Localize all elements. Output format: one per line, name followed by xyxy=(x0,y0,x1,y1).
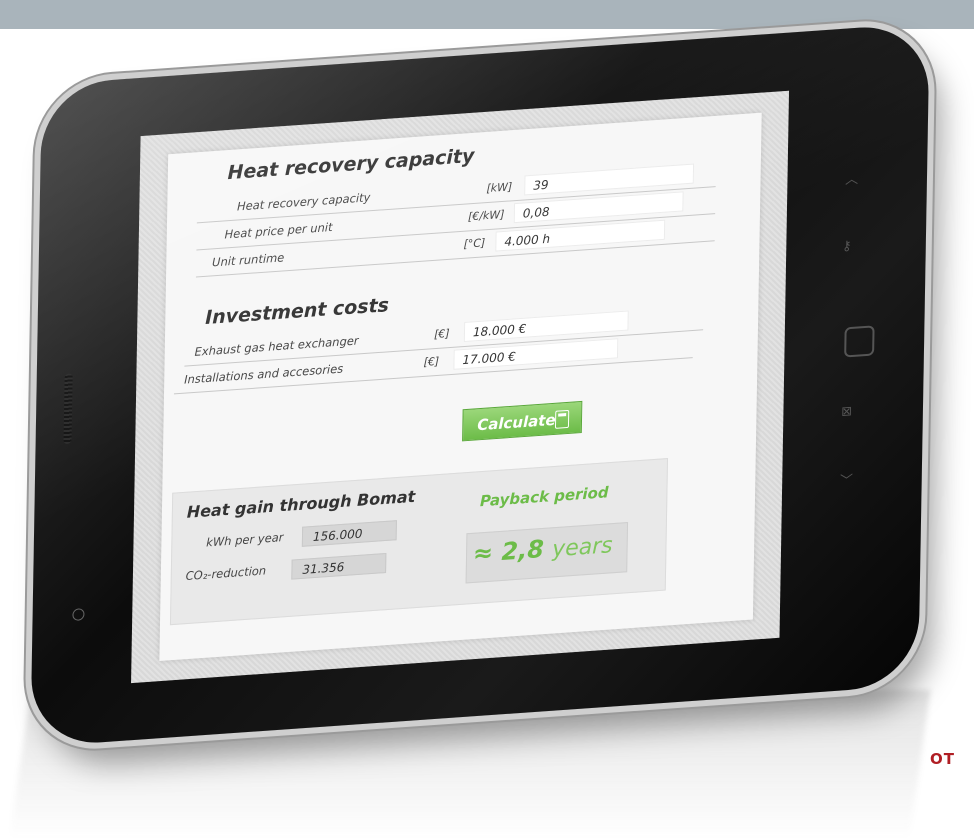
kwh-per-year-label: kWh per year xyxy=(206,530,284,550)
installations-unit: [€] xyxy=(423,354,440,369)
home-button[interactable] xyxy=(844,325,875,358)
calculate-button[interactable]: Calculate xyxy=(462,400,583,442)
calculator-icon xyxy=(554,409,570,429)
payback-period-number: ≈ 2,8 xyxy=(472,534,545,568)
brand-logo-fragment: OT xyxy=(930,750,955,768)
section-heat-recovery-title: Heat recovery capacity xyxy=(227,144,475,185)
results-panel: Heat gain through Bomat kWh per year 156… xyxy=(169,458,669,626)
heat-price-unit: [€/kW] xyxy=(467,207,505,224)
top-band xyxy=(0,0,974,29)
speaker-grille xyxy=(63,373,73,445)
chevron-down-icon[interactable]: ﹀ xyxy=(840,469,853,489)
heat-price-label: Heat price per unit xyxy=(224,219,333,242)
payback-period-box: ≈ 2,8 years xyxy=(465,522,629,584)
co2-reduction-label: CO₂-reduction xyxy=(185,563,267,584)
calculate-button-label: Calculate xyxy=(477,410,556,435)
unit-runtime-label: Unit runtime xyxy=(212,250,285,270)
payback-period-unit: years xyxy=(551,533,613,563)
kwh-per-year-value: 156.000 xyxy=(301,520,397,547)
camera-icon xyxy=(72,608,85,622)
key-icon[interactable]: ⚷ xyxy=(842,239,852,255)
tablet-screen: Heat recovery capacity Heat recovery cap… xyxy=(131,90,790,684)
exhaust-gas-label: Exhaust gas heat exchanger xyxy=(194,333,359,359)
co2-reduction-value: 31.356 xyxy=(291,552,387,580)
heat-recovery-capacity-unit: [kW] xyxy=(486,180,513,196)
chevron-up-icon[interactable]: ︿ xyxy=(845,168,858,188)
section-investment-title: Investment costs xyxy=(204,294,390,330)
tablet-device: ︿ ⚷ ⊠ ﹀ Heat recovery capacity Heat reco… xyxy=(30,22,930,748)
exhaust-gas-unit: [€] xyxy=(433,326,450,342)
results-title: Heat gain through Bomat xyxy=(186,486,416,522)
unit-runtime-unit: [°C] xyxy=(463,236,486,251)
rotation-lock-icon[interactable]: ⊠ xyxy=(841,404,852,420)
payback-period-label: Payback period xyxy=(479,483,609,511)
calculator-panel: Heat recovery capacity Heat recovery cap… xyxy=(159,112,762,662)
payback-period-value: ≈ 2,8 years xyxy=(473,530,613,568)
heat-recovery-capacity-label: Heat recovery capacity xyxy=(236,190,371,214)
installations-label: Installations and accesories xyxy=(184,361,344,387)
